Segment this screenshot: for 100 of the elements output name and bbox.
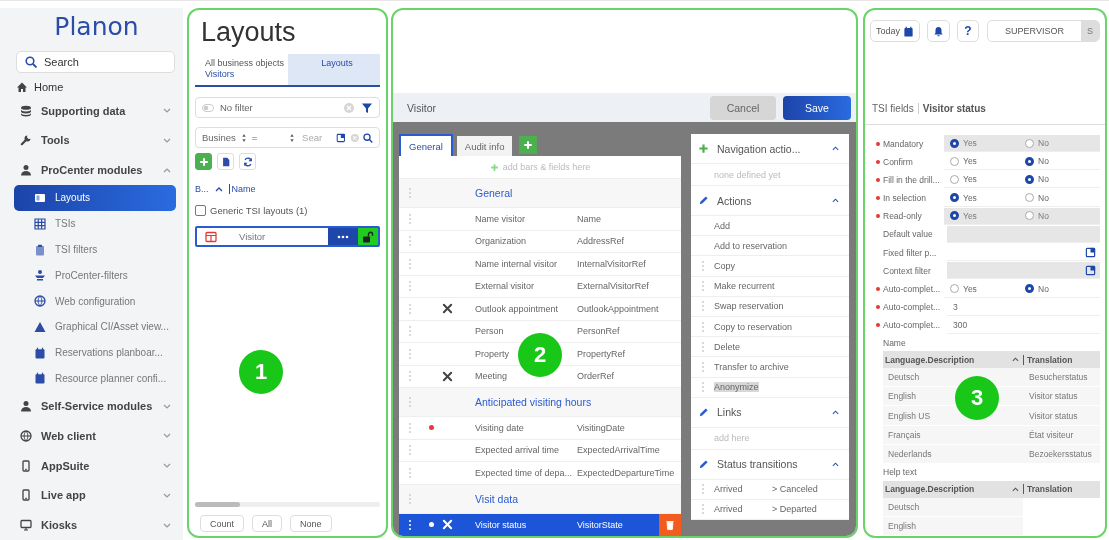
column-header[interactable]: B... (195, 184, 209, 194)
field-select[interactable]: Busines (202, 132, 236, 143)
text-field[interactable]: 3 (947, 298, 1100, 316)
nav-group[interactable]: Self-Service modules (0, 391, 183, 422)
radio-group[interactable]: Yes No (944, 171, 1100, 189)
action-item[interactable]: Arrived (714, 484, 772, 495)
add-tab-button[interactable] (519, 136, 538, 154)
action-item[interactable]: Swap reservation (714, 301, 784, 312)
drag-handle-icon[interactable] (408, 325, 412, 338)
search-icon[interactable] (363, 131, 373, 144)
drag-handle-icon[interactable] (408, 492, 412, 505)
drag-handle-icon[interactable] (408, 235, 412, 248)
radio-group[interactable]: Yes No (944, 280, 1100, 298)
chevron-up-icon[interactable] (832, 146, 839, 151)
drag-handle-icon[interactable] (700, 360, 705, 373)
nav-group[interactable]: Live app (0, 480, 183, 511)
lookup-icon[interactable] (336, 131, 346, 144)
radio-option[interactable]: No (1025, 283, 1100, 294)
text-field[interactable]: 300 (947, 316, 1100, 334)
column-header[interactable]: Language.Description (885, 354, 1012, 365)
help-button[interactable]: ? (957, 20, 980, 42)
nav-item[interactable]: Graphical CI/Asset view... (14, 314, 176, 340)
radio-group[interactable]: Yes No (944, 153, 1100, 171)
nav-item[interactable]: Layouts (14, 185, 176, 211)
lookup-icon[interactable] (1085, 246, 1096, 258)
column-header[interactable]: Translation (1023, 484, 1100, 495)
nav-group[interactable]: Tools (0, 125, 183, 156)
drag-handle-icon[interactable] (408, 212, 412, 225)
radio-option[interactable]: No (1025, 192, 1100, 203)
document-button[interactable] (217, 153, 234, 170)
lock-button[interactable] (358, 228, 378, 245)
section-title[interactable]: Anticipated visiting hours (475, 396, 592, 408)
section-title[interactable]: Navigation actio... (717, 142, 824, 155)
action-item[interactable]: Delete (714, 341, 740, 352)
nav-item[interactable]: ProCenter-filters (14, 262, 176, 289)
action-item[interactable]: Add (714, 220, 730, 231)
drag-handle-icon[interactable] (700, 340, 705, 353)
filter-icon[interactable] (361, 101, 373, 114)
group-checkbox[interactable]: Generic TSI layouts (1) (195, 203, 380, 217)
section-title[interactable]: Actions (717, 194, 824, 207)
drag-handle-icon[interactable] (408, 444, 412, 457)
nav-group[interactable]: Kiosks (0, 510, 183, 540)
drag-handle-icon[interactable] (700, 280, 705, 293)
action-item[interactable]: Make recurrent (714, 281, 775, 292)
action-item[interactable]: Anonymize (714, 382, 759, 393)
drag-handle-icon[interactable] (700, 259, 705, 272)
refresh-button[interactable] (239, 153, 256, 170)
drag-handle-icon[interactable] (408, 421, 412, 434)
drag-handle-icon[interactable] (408, 466, 412, 479)
section-title[interactable]: General (475, 187, 513, 199)
radio-option[interactable]: Yes (950, 156, 1025, 167)
chevron-up-icon[interactable] (832, 409, 839, 415)
radio-option[interactable]: Yes (950, 283, 1025, 294)
field-row[interactable]: Name visitor Name (399, 208, 681, 231)
drag-handle-icon[interactable] (408, 370, 412, 383)
field-row[interactable]: Visiting date VisitingDate (399, 417, 681, 440)
drag-handle-icon[interactable] (408, 302, 412, 315)
clear-icon[interactable] (343, 101, 355, 114)
drag-handle-icon[interactable] (408, 187, 412, 199)
section-title[interactable]: Visit data (475, 492, 518, 505)
field-row[interactable]: External visitor ExternalVisitorRef (399, 275, 681, 298)
cancel-button[interactable]: Cancel (710, 95, 776, 120)
field-row[interactable]: Outlook appointment OutlookAppointment (399, 298, 681, 321)
tab[interactable]: Audit info (456, 136, 513, 156)
nav-group[interactable]: Supporting data (0, 95, 183, 126)
more-button[interactable] (328, 228, 358, 245)
home-link[interactable]: Home (16, 78, 183, 96)
field-row[interactable]: Visitor status VisitorState (399, 513, 681, 536)
breadcrumb-item[interactable]: TSI fields (872, 102, 914, 114)
column-header[interactable]: Name (228, 184, 256, 194)
drag-handle-icon[interactable] (408, 396, 412, 408)
nav-item[interactable]: Resource planner confi... (14, 365, 176, 392)
section-title[interactable]: Links (717, 406, 824, 419)
layout-row[interactable]: Visitor (195, 226, 380, 247)
drag-handle-icon[interactable] (408, 347, 412, 360)
add-button[interactable] (195, 153, 212, 170)
today-button[interactable]: Today (870, 20, 921, 42)
nav-item[interactable]: TSIs (14, 210, 176, 237)
nav-group[interactable]: ProCenter modules (0, 155, 183, 186)
notifications-button[interactable] (927, 20, 951, 42)
nav-item[interactable]: TSI filters (14, 236, 176, 263)
drag-handle-icon[interactable] (700, 300, 705, 313)
drag-handle-icon[interactable] (408, 518, 412, 531)
chevron-up-icon[interactable] (832, 198, 839, 203)
operator-select[interactable]: = (251, 132, 284, 143)
chevron-up-icon[interactable] (832, 461, 839, 467)
tab[interactable]: General (399, 134, 453, 156)
drag-handle-icon[interactable] (700, 483, 705, 496)
drag-handle-icon[interactable] (700, 381, 705, 394)
drag-handle-icon[interactable] (408, 257, 412, 270)
footer-button[interactable]: None (290, 515, 332, 532)
delete-button[interactable] (659, 513, 681, 536)
drag-handle-icon[interactable] (700, 503, 705, 516)
radio-option[interactable]: No (1025, 174, 1100, 185)
drag-handle-icon[interactable] (700, 320, 705, 333)
nav-item[interactable]: Reservations planboar... (14, 339, 176, 366)
action-item[interactable]: Transfer to archive (714, 361, 789, 372)
field-row[interactable]: Expected arrival time ExpectedArrivalTime (399, 439, 681, 462)
radio-option[interactable]: Yes (950, 192, 1025, 203)
radio-option[interactable]: Yes (950, 174, 1025, 185)
